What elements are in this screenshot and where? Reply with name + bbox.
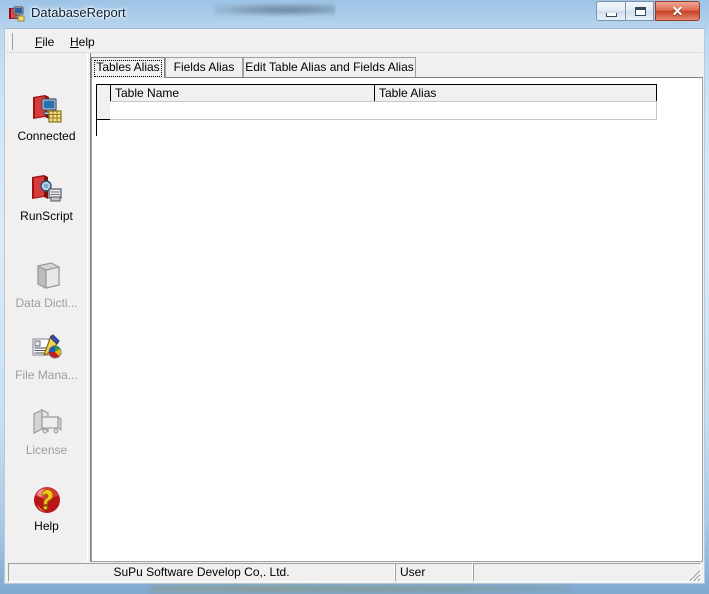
maximize-button[interactable] (625, 1, 654, 21)
table-row[interactable] (96, 101, 657, 120)
close-icon: ✕ (671, 3, 684, 19)
sidebar-item-help[interactable]: Help (6, 481, 87, 533)
title-bar[interactable]: DatabaseReport ✕ (0, 0, 709, 28)
maximize-icon (635, 7, 646, 16)
help-ball-icon (29, 481, 65, 517)
grid-header-row: Table Name Table Alias (96, 84, 657, 102)
tab-strip: Tables Alias Fields Alias Edit Table Ali… (91, 57, 703, 78)
tab-page-tables-alias: Table Name Table Alias (91, 77, 703, 562)
glass-blur-artifact-bottom (150, 584, 570, 594)
menu-bar: File Help (6, 30, 703, 53)
status-panel-user: User (395, 563, 473, 582)
license-icon (29, 405, 65, 441)
cell-table-name[interactable] (110, 101, 375, 120)
resize-grip[interactable] (687, 568, 701, 582)
window-title: DatabaseReport (31, 5, 126, 20)
minimize-button[interactable] (596, 1, 625, 21)
grid-column-header-table-name[interactable]: Table Name (110, 84, 375, 102)
sidebar-label-connected: Connected (17, 129, 76, 143)
tab-tables-alias[interactable]: Tables Alias (91, 57, 165, 78)
glass-blur-artifact (215, 2, 335, 18)
sidebar-item-connected[interactable]: Connected (6, 91, 87, 143)
close-button[interactable]: ✕ (655, 1, 700, 21)
status-bar: SuPu Software Develop Co,. Ltd. User (6, 562, 703, 583)
sidebar-label-file-manage: File Mana... (15, 368, 78, 382)
sidebar-label-runscript: RunScript (20, 209, 73, 223)
minimize-icon (606, 13, 617, 17)
tab-fields-alias[interactable]: Fields Alias (165, 57, 243, 78)
client-area: File Help Connected RunScript Data Dicti… (4, 28, 705, 584)
status-panel-company: SuPu Software Develop Co,. Ltd. (8, 563, 395, 582)
sidebar-label-data-dictionary: Data Dicti... (15, 296, 78, 310)
sidebar-item-license[interactable]: License (6, 405, 87, 457)
tab-edit-table-alias-and-fields-alias[interactable]: Edit Table Alias and Fields Alias (243, 57, 416, 78)
tab-label-edit-alias: Edit Table Alias and Fields Alias (245, 60, 414, 74)
grid-column-header-table-alias[interactable]: Table Alias (374, 84, 657, 102)
sidebar-item-file-manage[interactable]: File Mana... (6, 330, 87, 382)
cell-table-alias[interactable] (374, 101, 657, 120)
status-panel-extra (473, 563, 701, 582)
menu-item-file[interactable]: File (28, 33, 61, 50)
sidebar: Connected RunScript Data Dicti... File M… (6, 53, 87, 562)
sidebar-label-license: License (25, 443, 68, 457)
tab-label-tables-alias: Tables Alias (96, 60, 160, 74)
tables-alias-grid[interactable]: Table Name Table Alias (96, 84, 657, 120)
grid-corner-header[interactable] (96, 84, 111, 102)
row-indicator[interactable] (96, 101, 111, 120)
application-window: DatabaseReport ✕ File Help Connected Run… (0, 0, 709, 594)
menu-grip-handle[interactable] (9, 33, 13, 50)
file-manage-icon (29, 330, 65, 366)
connected-icon (29, 91, 65, 127)
sidebar-label-help: Help (34, 519, 59, 533)
menu-item-help[interactable]: Help (63, 33, 102, 50)
run-script-icon (29, 171, 65, 207)
tab-label-fields-alias: Fields Alias (173, 60, 235, 74)
main-panel: Tables Alias Fields Alias Edit Table Ali… (91, 53, 703, 562)
app-icon (9, 6, 25, 22)
sidebar-item-data-dictionary[interactable]: Data Dicti... (6, 258, 87, 310)
data-dictionary-icon (29, 258, 65, 294)
sidebar-item-runscript[interactable]: RunScript (6, 171, 87, 223)
